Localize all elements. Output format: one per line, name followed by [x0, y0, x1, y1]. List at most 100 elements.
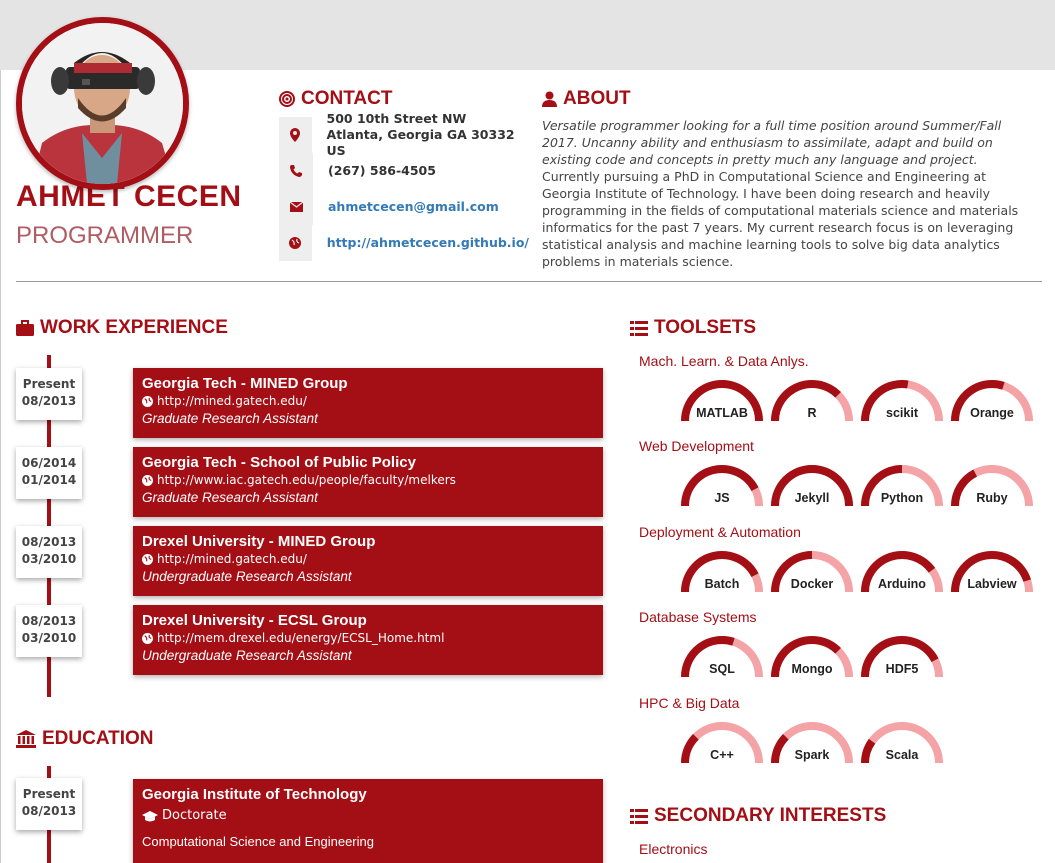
skill-label: Docker: [790, 577, 834, 591]
briefcase-icon: [16, 320, 34, 336]
toolset-category: Deployment & Automation: [639, 524, 801, 540]
address-line2: Atlanta, Georgia GA 30332 US: [326, 127, 515, 158]
globe-icon: [142, 632, 153, 644]
skill-gauge: Spark: [771, 721, 853, 765]
skill-gauge: Docker: [771, 550, 853, 594]
work-card: Georgia Tech - MINED Group http://mined.g…: [133, 368, 603, 438]
work-url[interactable]: http://mined.gatech.edu/: [157, 393, 307, 409]
skill-label: scikit: [886, 406, 918, 420]
contact-list: 500 10th Street NW Atlanta, Georgia GA 3…: [279, 111, 529, 261]
skill-label: HDF5: [885, 662, 919, 676]
skill-label: R: [807, 406, 817, 420]
work-date: Present 08/2013: [16, 368, 82, 420]
toolset-category: Web Development: [639, 438, 754, 454]
website-link[interactable]: http://ahmetcecen.github.io/: [312, 235, 529, 251]
skill-label: Labview: [967, 577, 1017, 591]
work-org: Georgia Tech - School of Public Policy: [142, 454, 416, 471]
skill-gauge: scikit: [861, 379, 943, 423]
work-heading-label: WORK EXPERIENCE: [40, 317, 228, 338]
skill-gauge: Orange: [951, 379, 1033, 423]
skill-label: MATLAB: [696, 406, 748, 420]
contact-website[interactable]: http://ahmetcecen.github.io/: [279, 225, 529, 261]
contact-email[interactable]: ahmetcecen@gmail.com: [279, 189, 529, 225]
work-card: Drexel University - ECSL Group http://mem…: [133, 605, 603, 675]
secondary-category: Electronics: [639, 841, 708, 857]
skill-gauge: MATLAB: [681, 379, 763, 423]
work-date-end: Present: [22, 377, 76, 391]
skill-gauge: Arduino: [861, 550, 943, 594]
work-date: 08/2013 03/2010: [16, 526, 82, 578]
map-marker-icon: [279, 117, 312, 153]
skill-gauge: Scala: [861, 721, 943, 765]
skill-label: SQL: [709, 662, 735, 676]
skill-gauge: Ruby: [951, 464, 1033, 508]
work-date: 06/2014 01/2014: [16, 447, 82, 499]
skill-gauge: HDF5: [861, 635, 943, 679]
globe-icon: [142, 553, 153, 565]
work-url[interactable]: http://mined.gatech.edu/: [157, 551, 307, 567]
work-date-end: 08/2013: [21, 614, 77, 628]
toolsets-heading-label: TOOLSETS: [654, 317, 757, 338]
work-card: Georgia Tech - School of Public Policy ht…: [133, 447, 603, 517]
work-url-row[interactable]: http://www.iac.gatech.edu/people/faculty…: [142, 472, 594, 488]
skill-gauge: Labview: [951, 550, 1033, 594]
globe-icon: [279, 225, 312, 261]
skill-label: Spark: [794, 748, 830, 762]
skill-label: Orange: [970, 406, 1014, 420]
skill-label: Mongo: [791, 662, 833, 676]
education-degree-row: Doctorate: [142, 808, 594, 824]
toolset-category: Database Systems: [639, 609, 757, 625]
tasks-icon: [630, 320, 648, 336]
work-date-start: 03/2010: [21, 631, 77, 645]
work-date-start: 01/2014: [21, 473, 77, 487]
tasks-icon: [630, 808, 648, 824]
contact-address: 500 10th Street NW Atlanta, Georgia GA 3…: [279, 111, 529, 158]
work-url[interactable]: http://www.iac.gatech.edu/people/faculty…: [157, 472, 456, 488]
envelope-icon: [279, 189, 313, 225]
skill-label: Batch: [704, 577, 740, 591]
about-intro: Versatile programmer looking for a full …: [542, 118, 1002, 167]
profile-photo: [22, 23, 183, 184]
bullseye-icon: [279, 91, 295, 107]
work-url[interactable]: http://mem.drexel.edu/energy/ECSL_Home.h…: [157, 630, 444, 646]
education-field: Computational Science and Engineering: [142, 834, 374, 849]
globe-icon: [142, 395, 153, 407]
skill-gauge: Jekyll: [771, 464, 853, 508]
skill-label: Jekyll: [794, 491, 830, 505]
about-heading-label: ABOUT: [563, 88, 631, 109]
header-divider: [16, 281, 1042, 282]
work-role: Undergraduate Research Assistant: [142, 648, 352, 663]
about-text: Versatile programmer looking for a full …: [542, 117, 1037, 270]
person-title: PROGRAMMER: [16, 222, 194, 249]
education-heading: EDUCATION: [16, 728, 154, 750]
skill-gauge: R: [771, 379, 853, 423]
toolsets-heading: TOOLSETS: [630, 317, 756, 339]
work-date-end: 06/2014: [21, 456, 77, 470]
skill-gauge: JS: [681, 464, 763, 508]
about-heading: ABOUT: [542, 88, 631, 110]
skill-label: Python: [880, 491, 924, 505]
secondary-heading: SECONDARY INTERESTS: [630, 805, 886, 827]
education-school: Georgia Institute of Technology: [142, 786, 367, 803]
work-url-row[interactable]: http://mined.gatech.edu/: [142, 393, 594, 409]
about-body: Currently pursuing a PhD in Computationa…: [542, 169, 1019, 269]
graduation-cap-icon: [142, 810, 158, 821]
work-date-end: 08/2013: [21, 535, 77, 549]
skill-label: Ruby: [976, 491, 1008, 505]
globe-icon: [142, 474, 153, 486]
address-line1: 500 10th Street NW: [326, 111, 467, 126]
university-icon: [16, 730, 36, 748]
phone-icon: [279, 153, 313, 189]
skill-gauge: Python: [861, 464, 943, 508]
work-date-start: 03/2010: [21, 552, 77, 566]
work-card: Drexel University - MINED Group http://mi…: [133, 526, 603, 596]
work-url-row[interactable]: http://mem.drexel.edu/energy/ECSL_Home.h…: [142, 630, 594, 646]
skill-gauge: Batch: [681, 550, 763, 594]
work-role: Graduate Research Assistant: [142, 411, 318, 426]
skill-gauge: SQL: [681, 635, 763, 679]
work-org: Drexel University - MINED Group: [142, 533, 376, 550]
work-url-row[interactable]: http://mined.gatech.edu/: [142, 551, 594, 567]
skill-gauge: C++: [681, 721, 763, 765]
email-link[interactable]: ahmetcecen@gmail.com: [313, 199, 499, 215]
education-heading-label: EDUCATION: [42, 728, 154, 749]
